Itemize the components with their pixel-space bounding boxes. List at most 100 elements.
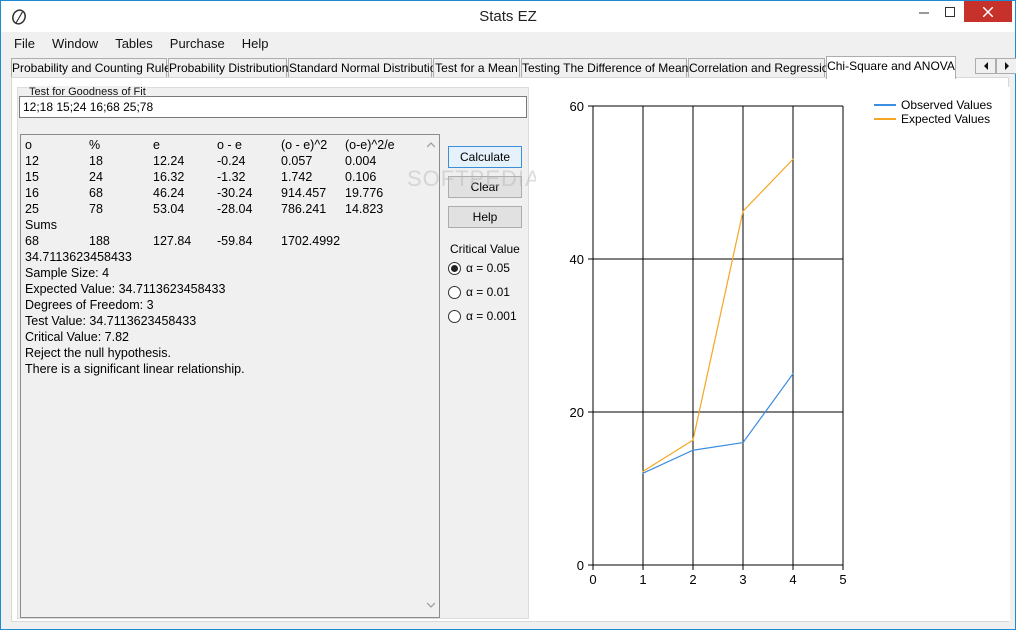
menu-window[interactable]: Window xyxy=(52,36,98,51)
tab-scroll-arrows xyxy=(975,58,1016,74)
chevron-right-icon xyxy=(1004,62,1009,70)
line-chart: 0 1 2 3 4 5 0 20 40 60 Observed Values Expected V… xyxy=(536,87,1010,621)
output-cell: -1.32 xyxy=(217,170,246,184)
data-point xyxy=(742,210,744,213)
output-cell: 25 xyxy=(25,202,39,216)
watermark: SOFTPEDIA xyxy=(407,166,541,191)
output-textbox[interactable]: o % e o - e (o - e)^2 (o-e)^2/e 12 18 12… xyxy=(20,134,440,618)
chart-plot: 0 1 2 3 4 5 0 20 40 60 xyxy=(570,99,847,587)
output-header-row: o % e o - e (o - e)^2 (o-e)^2/e xyxy=(25,137,395,153)
output-table: o % e o - e (o - e)^2 (o-e)^2/e 12 18 12… xyxy=(25,137,395,377)
tab-scroll-left-button[interactable] xyxy=(975,58,996,74)
x-tick-label: 5 xyxy=(839,572,846,587)
y-tick-label: 40 xyxy=(570,252,584,267)
alpha-001-radio[interactable]: α = 0.01 xyxy=(448,284,510,300)
minimize-icon xyxy=(919,12,929,13)
output-cell: -28.04 xyxy=(217,202,253,216)
help-button[interactable]: Help xyxy=(448,206,522,228)
minimize-button[interactable] xyxy=(911,1,937,22)
output-header-cell: (o-e)^2/e xyxy=(345,138,395,152)
output-cell: 12.24 xyxy=(153,154,185,168)
output-cell: 1.742 xyxy=(281,170,313,184)
output-data-row: 16 68 46.24 -30.24 914.457 19.776 xyxy=(25,185,383,201)
y-tick-label: 60 xyxy=(570,99,584,114)
legend-label: Observed Values xyxy=(901,98,993,112)
radio-indicator xyxy=(448,309,461,323)
tab-test-for-a-mean[interactable]: Test for a Mean xyxy=(433,58,520,78)
output-header-cell: o - e xyxy=(217,138,243,152)
output-scrollbar[interactable] xyxy=(423,135,439,617)
chart-legend: Observed Values Expected Values xyxy=(874,98,992,126)
output-sums-row: 68 188 127.84 -59.84 1702.4992 xyxy=(25,233,340,249)
x-tick-label: 4 xyxy=(789,572,796,587)
legend-label: Expected Values xyxy=(901,112,991,126)
sums-label: Sums xyxy=(25,218,57,232)
output-cell: 0.004 xyxy=(345,154,377,168)
radio-label: α = 0.05 xyxy=(466,261,510,275)
data-point xyxy=(642,472,644,475)
chevron-left-icon xyxy=(983,62,988,70)
maximize-button[interactable] xyxy=(937,1,963,22)
menu-bar: File Window Tables Purchase Help xyxy=(1,32,1015,55)
output-cell: 914.457 xyxy=(281,186,327,200)
output-cell: 15 xyxy=(25,170,39,184)
result-line: Test Value: 34.7113623458433 xyxy=(25,314,197,328)
tab-probability-counting-rules[interactable]: Probability and Counting Rules xyxy=(11,58,177,78)
output-cell: 24 xyxy=(89,170,103,184)
output-cell: -30.24 xyxy=(217,186,253,200)
output-cell: 14.823 xyxy=(345,202,384,216)
y-tick-label: 0 xyxy=(577,558,584,573)
output-cell: 0.106 xyxy=(345,170,377,184)
alpha-005-radio[interactable]: α = 0.05 xyxy=(448,260,510,276)
x-tick-label: 0 xyxy=(589,572,596,587)
tab-content: Test for Goodness of Fit o % e o - e (o … xyxy=(11,77,1010,622)
radio-indicator xyxy=(448,285,461,299)
x-tick-label: 1 xyxy=(639,572,646,587)
output-cell: 12 xyxy=(25,154,39,168)
tab-strip: Probability and Counting Rules Probabili… xyxy=(11,56,1016,79)
output-cell: 16 xyxy=(25,186,39,200)
scroll-up-icon[interactable] xyxy=(427,141,435,149)
data-point xyxy=(692,439,694,441)
sums-cell: 68 xyxy=(25,234,39,248)
radio-indicator xyxy=(448,261,461,275)
menu-help[interactable]: Help xyxy=(242,36,269,51)
tab-standard-normal-distribution[interactable]: Standard Normal Distribution xyxy=(288,58,443,78)
output-header-cell: o xyxy=(25,138,32,152)
data-input[interactable] xyxy=(19,96,527,118)
menu-purchase[interactable]: Purchase xyxy=(170,36,225,51)
result-line: There is a significant linear relationsh… xyxy=(25,362,245,376)
output-cell: 78 xyxy=(89,202,103,216)
output-data-row: 25 78 53.04 -28.04 786.241 14.823 xyxy=(25,201,383,217)
result-line: Degrees of Freedom: 3 xyxy=(25,298,154,312)
sums-cell: 127.84 xyxy=(153,234,192,248)
tab-correlation-and-regression[interactable]: Correlation and Regression xyxy=(688,58,835,78)
output-header-cell: e xyxy=(153,138,160,152)
legend-swatch xyxy=(874,118,896,120)
tab-testing-difference-of-means[interactable]: Testing The Difference of Means xyxy=(521,58,694,78)
data-point xyxy=(792,372,794,375)
title-bar[interactable]: Stats EZ xyxy=(1,1,1015,32)
menu-tables[interactable]: Tables xyxy=(115,36,153,51)
tab-probability-distributions[interactable]: Probability Distributions xyxy=(168,58,294,78)
data-point xyxy=(692,449,694,452)
series-line-observed xyxy=(642,373,794,474)
result-line: Reject the null hypothesis. xyxy=(25,346,171,360)
window-title: Stats EZ xyxy=(479,8,537,25)
output-cell: 19.776 xyxy=(345,186,384,200)
output-data-row: 12 18 12.24 -0.24 0.057 0.004 xyxy=(25,153,376,169)
tab-chi-square-and-anova[interactable]: Chi-Square and ANOVA xyxy=(826,56,956,79)
sums-cell: 1702.4992 xyxy=(281,234,341,248)
alpha-0001-radio[interactable]: α = 0.001 xyxy=(448,308,517,324)
output-cell: 18 xyxy=(89,154,103,168)
calculate-button[interactable]: Calculate xyxy=(448,146,522,168)
output-cell: 16.32 xyxy=(153,170,185,184)
scroll-down-icon[interactable] xyxy=(427,601,435,609)
close-button[interactable] xyxy=(964,1,1012,22)
output-cell: 46.24 xyxy=(153,186,185,200)
legend-swatch xyxy=(874,104,896,106)
tab-scroll-right-button[interactable] xyxy=(996,58,1016,74)
output-sums-label-row: Sums xyxy=(25,217,245,233)
output-cell: -0.24 xyxy=(217,154,246,168)
menu-file[interactable]: File xyxy=(14,36,35,51)
